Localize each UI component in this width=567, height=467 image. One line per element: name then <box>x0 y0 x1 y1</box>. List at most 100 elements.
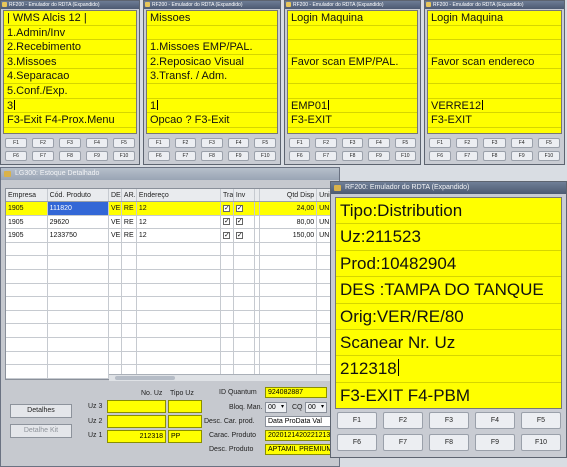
big-rf-screen[interactable]: Tipo:Distribution Uz:211523 Prod:10482904 D… <box>335 197 562 409</box>
function-key-f7[interactable]: F7 <box>174 151 197 161</box>
inv-checkbox[interactable]: ✓ <box>235 218 243 226</box>
function-key-f6[interactable]: F6 <box>5 151 27 161</box>
scroll-thumb[interactable] <box>115 376 175 380</box>
function-key-f3[interactable]: F3 <box>341 138 364 148</box>
function-key-f8[interactable]: F8 <box>59 151 81 161</box>
rf-screen[interactable]: Missoes 1.Missoes EMP/PAL. 2.Reposicao Vis… <box>146 10 278 134</box>
function-key-f9[interactable]: F9 <box>368 151 390 161</box>
rf-title-bar[interactable]: RF200 - Emulador do RDTA (Expandido) <box>425 1 564 9</box>
inv-checkbox[interactable]: ✓ <box>235 231 243 239</box>
cell-inv[interactable]: ✓ <box>233 202 255 215</box>
detalhe-kit-button[interactable]: Detalhe Kit <box>10 424 72 438</box>
tra-checkbox[interactable]: ✓ <box>222 231 230 239</box>
cell-tra[interactable]: ✓ <box>220 202 234 215</box>
function-key-f8[interactable]: F8 <box>483 151 506 161</box>
estoque-title-bar[interactable]: LG300: Estoque Detalhado <box>1 168 339 180</box>
table-row[interactable] <box>6 242 336 257</box>
function-key-f3[interactable]: F3 <box>483 138 506 148</box>
function-key-f2[interactable]: F2 <box>174 138 197 148</box>
big-rf-title-bar[interactable]: RF200: Emulador do RDTA (Expandido) <box>331 182 566 194</box>
function-key-f2[interactable]: F2 <box>315 138 337 148</box>
rf-screen[interactable]: Login Maquina Favor scan EMP/PAL. EMP01 F3-… <box>287 10 418 134</box>
uz1-tipo-field[interactable]: PP <box>168 430 202 443</box>
id-quantum-field[interactable]: 924082887 <box>265 387 327 398</box>
inv-checkbox[interactable]: ✓ <box>235 204 243 212</box>
uz1-no-field[interactable]: 212318 <box>107 430 166 443</box>
table-row[interactable] <box>6 269 336 284</box>
function-key-f8[interactable]: F8 <box>429 434 469 451</box>
function-key-f8[interactable]: F8 <box>341 151 364 161</box>
uz3-no-field[interactable] <box>107 400 166 413</box>
uz3-tipo-field[interactable] <box>168 400 202 413</box>
table-row[interactable] <box>6 310 336 325</box>
function-key-f7[interactable]: F7 <box>456 151 479 161</box>
function-key-f1[interactable]: F1 <box>337 412 377 429</box>
tra-checkbox[interactable]: ✓ <box>222 204 230 212</box>
detalhes-button[interactable]: Detalhes <box>10 404 72 418</box>
function-key-f2[interactable]: F2 <box>383 412 423 429</box>
function-key-f10[interactable]: F10 <box>254 151 276 161</box>
function-key-f6[interactable]: F6 <box>148 151 170 161</box>
function-key-f5[interactable]: F5 <box>394 138 416 148</box>
cell-tra[interactable]: ✓ <box>221 229 234 242</box>
table-row[interactable] <box>6 337 336 352</box>
function-key-f6[interactable]: F6 <box>337 434 377 451</box>
function-key-f5[interactable]: F5 <box>537 138 560 148</box>
function-key-f10[interactable]: F10 <box>113 151 135 161</box>
function-key-f7[interactable]: F7 <box>32 151 54 161</box>
tra-checkbox[interactable]: ✓ <box>222 218 230 226</box>
table-row[interactable] <box>6 256 336 270</box>
table-row[interactable] <box>6 351 336 366</box>
cq-select[interactable]: 00 <box>305 402 327 413</box>
carac-produto-field[interactable]: 20201214202212131 <box>265 430 331 441</box>
function-key-f7[interactable]: F7 <box>383 434 423 451</box>
function-key-f1[interactable]: F1 <box>5 138 27 148</box>
function-key-f9[interactable]: F9 <box>227 151 250 161</box>
rf-input-line[interactable]: EMP01 <box>288 99 417 114</box>
rf-screen[interactable]: | WMS Alcis 12 | 1.Admin/Inv 2.Recebimento… <box>3 10 137 134</box>
table-row[interactable] <box>6 297 336 311</box>
table-row[interactable] <box>6 283 336 298</box>
function-key-f6[interactable]: F6 <box>429 151 452 161</box>
rf-input-line[interactable]: VERRE12 <box>428 99 561 114</box>
function-key-f10[interactable]: F10 <box>521 434 561 451</box>
function-key-f5[interactable]: F5 <box>521 412 561 429</box>
table-row[interactable]: 1905111820VERRE12✓✓24,00UN <box>6 202 336 216</box>
rf-title-bar[interactable]: RF200 - Emulador do RDTA (Expandido) <box>1 1 139 9</box>
function-key-f10[interactable]: F10 <box>537 151 560 161</box>
function-key-f9[interactable]: F9 <box>475 434 515 451</box>
uz2-no-field[interactable] <box>107 415 166 428</box>
horizontal-scrollbar[interactable] <box>109 374 337 381</box>
function-key-f4[interactable]: F4 <box>475 412 515 429</box>
function-key-f1[interactable]: F1 <box>289 138 311 148</box>
function-key-f1[interactable]: F1 <box>148 138 170 148</box>
function-key-f3[interactable]: F3 <box>59 138 81 148</box>
rf-title-bar[interactable]: RF200 - Emulador do RDTA (Expandido) <box>144 1 280 9</box>
function-key-f3[interactable]: F3 <box>201 138 223 148</box>
function-key-f4[interactable]: F4 <box>86 138 108 148</box>
cell-inv[interactable]: ✓ <box>234 215 255 229</box>
rf-input-line[interactable]: 1 <box>147 99 277 114</box>
function-key-f7[interactable]: F7 <box>315 151 337 161</box>
function-key-f3[interactable]: F3 <box>429 412 469 429</box>
function-key-f4[interactable]: F4 <box>227 138 250 148</box>
rf-input-line[interactable]: 3 <box>4 99 136 114</box>
function-key-f10[interactable]: F10 <box>394 151 416 161</box>
rf-input-line[interactable]: 212318 <box>336 356 561 383</box>
function-key-f6[interactable]: F6 <box>289 151 311 161</box>
bloq-man-select[interactable]: 00 <box>265 402 287 413</box>
rf-title-bar[interactable]: RF200 - Emulador do RDTA (Expandido) <box>285 1 420 9</box>
table-row[interactable]: 19051233750VERRE12✓✓150,00UN <box>6 229 336 243</box>
function-key-f5[interactable]: F5 <box>113 138 135 148</box>
function-key-f1[interactable]: F1 <box>429 138 452 148</box>
function-key-f5[interactable]: F5 <box>254 138 276 148</box>
rf-screen[interactable]: Login Maquina Favor scan endereco VERRE12 F… <box>427 10 562 134</box>
cell-tra[interactable]: ✓ <box>221 215 234 229</box>
table-row[interactable] <box>6 324 336 338</box>
uz2-tipo-field[interactable] <box>168 415 202 428</box>
function-key-f9[interactable]: F9 <box>86 151 108 161</box>
function-key-f2[interactable]: F2 <box>456 138 479 148</box>
function-key-f4[interactable]: F4 <box>510 138 533 148</box>
function-key-f2[interactable]: F2 <box>32 138 54 148</box>
cell-inv[interactable]: ✓ <box>234 229 255 242</box>
